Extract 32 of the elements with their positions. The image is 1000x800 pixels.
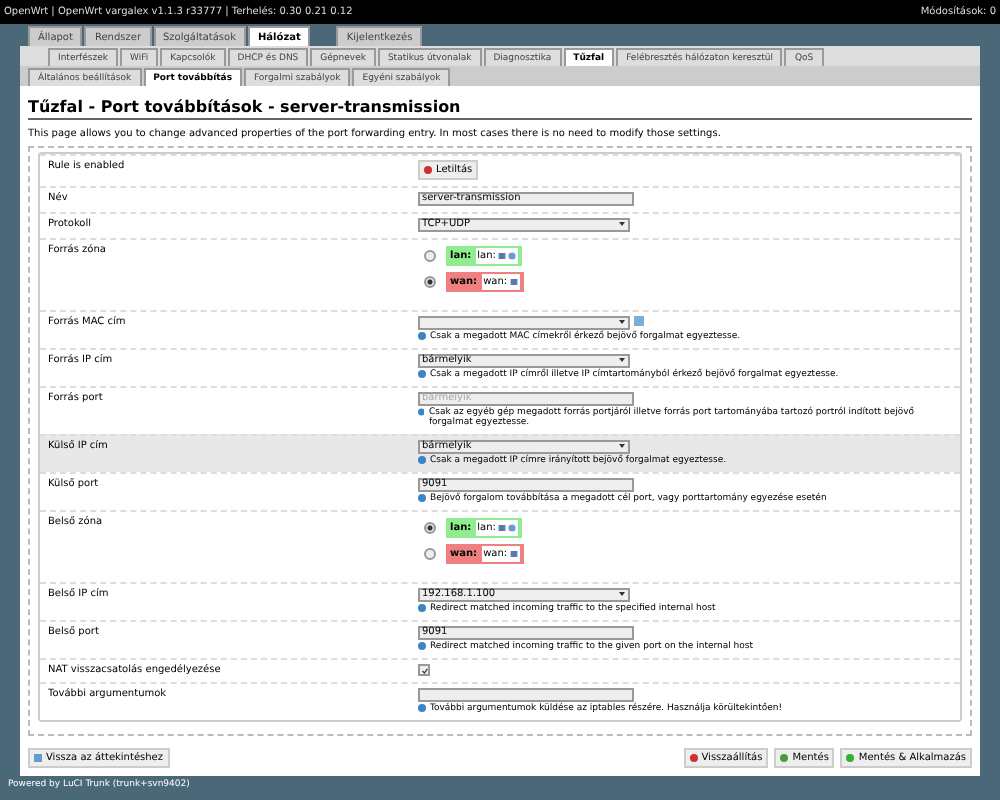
info-icon (418, 456, 426, 464)
radio-button[interactable] (424, 548, 436, 560)
info-icon (418, 494, 426, 502)
network-port-icon (509, 278, 518, 286)
info-icon (418, 604, 426, 612)
network-port-icon (497, 524, 506, 532)
info-icon (418, 332, 426, 340)
caret-icon (618, 220, 626, 228)
caret-icon (618, 442, 626, 450)
input-field[interactable] (418, 688, 634, 702)
radio-button[interactable] (424, 250, 436, 262)
status-icon (780, 754, 789, 762)
network-port-icon (509, 550, 518, 558)
info-icon (418, 408, 425, 416)
page-title: Tűzfal - Port továbbítások - server-transmission (28, 94, 972, 120)
wifi-icon (507, 524, 516, 532)
info-icon (418, 370, 426, 378)
status-icon (846, 754, 855, 762)
info-icon (418, 704, 426, 712)
status-icon (689, 754, 698, 762)
network-port-icon (497, 252, 506, 260)
radio-button[interactable] (424, 522, 436, 534)
caret-icon (618, 318, 626, 326)
radio-button[interactable] (424, 276, 436, 288)
status-icon (424, 166, 432, 174)
info-icon (418, 642, 426, 650)
list-icon (34, 754, 42, 762)
select-field[interactable] (418, 316, 630, 330)
checkbox[interactable] (418, 664, 430, 676)
caret-icon (618, 590, 626, 598)
wifi-icon (507, 252, 516, 260)
caret-icon (618, 356, 626, 364)
